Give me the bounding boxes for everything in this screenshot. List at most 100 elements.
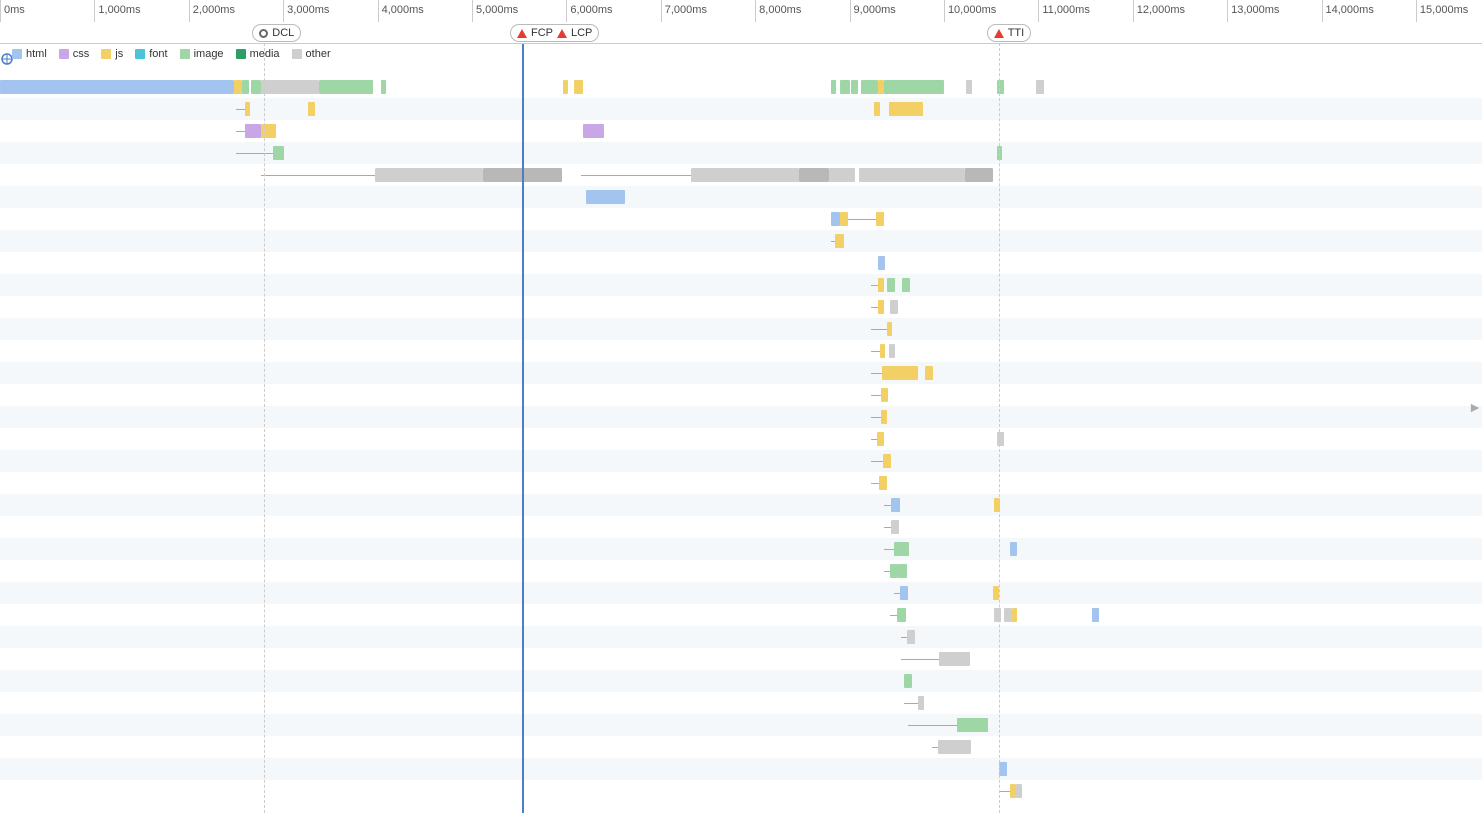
waterfall-row[interactable]	[0, 252, 1482, 274]
request-wait-tail[interactable]	[871, 483, 879, 484]
request-wait-tail[interactable]	[871, 329, 887, 330]
waterfall-row[interactable]	[0, 164, 1482, 186]
waterfall-row[interactable]	[0, 296, 1482, 318]
request-wait-tail[interactable]	[871, 351, 879, 352]
request-segment-image[interactable]	[319, 80, 373, 94]
request-segment-other[interactable]	[859, 168, 965, 182]
waterfall-row[interactable]	[0, 516, 1482, 538]
request-wait-tail[interactable]	[884, 527, 891, 528]
waterfall-row[interactable]	[0, 406, 1482, 428]
waterfall-row[interactable]	[0, 780, 1482, 802]
legend-item-image[interactable]: image	[180, 48, 224, 60]
waterfall-row[interactable]	[0, 758, 1482, 780]
request-segment-other[interactable]	[1004, 608, 1012, 622]
request-wait-tail[interactable]	[904, 703, 917, 704]
request-wait-tail[interactable]	[871, 461, 882, 462]
timing-marker[interactable]: TTI	[987, 24, 1032, 42]
waterfall-row[interactable]	[0, 428, 1482, 450]
request-segment-image[interactable]	[861, 80, 878, 94]
request-segment-js[interactable]	[878, 300, 885, 314]
request-segment-js[interactable]	[1010, 784, 1016, 798]
waterfall-row[interactable]	[0, 692, 1482, 714]
waterfall-row[interactable]	[0, 98, 1482, 120]
request-segment-js[interactable]	[878, 278, 885, 292]
request-segment-js[interactable]	[883, 454, 891, 468]
request-segment-image[interactable]	[851, 80, 858, 94]
request-wait-tail[interactable]	[236, 153, 273, 154]
waterfall-row[interactable]	[0, 626, 1482, 648]
request-segment-js[interactable]	[876, 212, 884, 226]
request-segment-image[interactable]	[897, 608, 906, 622]
request-segment-css[interactable]	[245, 124, 261, 138]
request-segment-js[interactable]	[308, 102, 316, 116]
request-wait-tail[interactable]	[890, 615, 897, 616]
waterfall-row[interactable]	[0, 384, 1482, 406]
waterfall-row[interactable]	[0, 472, 1482, 494]
request-segment-js[interactable]	[245, 102, 250, 116]
request-wait-tail[interactable]	[884, 549, 893, 550]
waterfall-row[interactable]	[0, 604, 1482, 626]
request-segment-image[interactable]	[890, 564, 898, 578]
request-segment-image[interactable]	[898, 564, 907, 578]
waterfall-row[interactable]	[0, 494, 1482, 516]
request-wait-tail[interactable]	[932, 747, 939, 748]
request-segment-js[interactable]	[574, 80, 583, 94]
legend-item-font[interactable]: font	[135, 48, 167, 60]
waterfall-row[interactable]	[0, 670, 1482, 692]
request-wait-tail[interactable]	[999, 791, 1010, 792]
request-segment-other[interactable]	[829, 168, 855, 182]
waterfall-row[interactable]	[0, 362, 1482, 384]
request-segment-html[interactable]	[831, 212, 840, 226]
request-segment-js[interactable]	[874, 102, 880, 116]
chevron-right-icon[interactable]: ►	[1468, 399, 1482, 415]
request-segment-js[interactable]	[1012, 608, 1017, 622]
request-segment-html[interactable]	[586, 190, 625, 204]
request-segment-image[interactable]	[840, 80, 849, 94]
request-segment-html[interactable]	[1010, 542, 1017, 556]
request-segment-html[interactable]	[891, 498, 899, 512]
request-wait-tail[interactable]	[871, 417, 880, 418]
request-segment-js[interactable]	[882, 366, 919, 380]
waterfall-row[interactable]	[0, 230, 1482, 252]
waterfall-row[interactable]	[0, 340, 1482, 362]
waterfall-row[interactable]	[0, 538, 1482, 560]
request-segment-js[interactable]	[840, 212, 848, 226]
waterfall-row[interactable]	[0, 274, 1482, 296]
waterfall-row[interactable]	[0, 450, 1482, 472]
waterfall-row[interactable]	[0, 318, 1482, 340]
request-segment-other-dk[interactable]	[965, 168, 993, 182]
request-segment-js[interactable]	[925, 366, 933, 380]
request-segment-image[interactable]	[894, 542, 909, 556]
request-segment-image[interactable]	[884, 80, 944, 94]
request-segment-other[interactable]	[375, 168, 484, 182]
request-segment-image[interactable]	[251, 80, 261, 94]
request-segment-js[interactable]	[881, 410, 888, 424]
request-wait-tail[interactable]	[581, 175, 690, 176]
request-segment-other-dk[interactable]	[799, 168, 829, 182]
request-wait-tail[interactable]	[871, 307, 878, 308]
request-wait-tail[interactable]	[871, 285, 878, 286]
time-ruler[interactable]: 0ms1,000ms2,000ms3,000ms4,000ms5,000ms6,…	[0, 0, 1482, 23]
request-segment-js[interactable]	[881, 388, 889, 402]
request-segment-image[interactable]	[887, 278, 895, 292]
request-segment-js[interactable]	[889, 102, 923, 116]
request-segment-other[interactable]	[939, 652, 970, 666]
waterfall-row[interactable]	[0, 714, 1482, 736]
request-segment-js[interactable]	[879, 476, 887, 490]
timing-marker[interactable]: DCL	[252, 24, 301, 42]
request-wait-tail[interactable]	[871, 395, 880, 396]
request-wait-tail[interactable]	[894, 593, 900, 594]
waterfall-row[interactable]	[0, 142, 1482, 164]
request-segment-html[interactable]	[900, 586, 908, 600]
request-segment-image[interactable]	[273, 146, 284, 160]
waterfall-row[interactable]	[0, 76, 1482, 98]
waterfall-row[interactable]	[0, 208, 1482, 230]
request-segment-js[interactable]	[835, 234, 843, 248]
playhead[interactable]	[522, 0, 524, 813]
legend-item-html[interactable]: html	[12, 48, 47, 60]
request-segment-html[interactable]	[0, 80, 234, 94]
request-segment-html[interactable]	[878, 256, 886, 270]
request-segment-js[interactable]	[563, 80, 569, 94]
request-segment-other[interactable]	[891, 520, 899, 534]
waterfall-rows[interactable]	[0, 76, 1482, 802]
